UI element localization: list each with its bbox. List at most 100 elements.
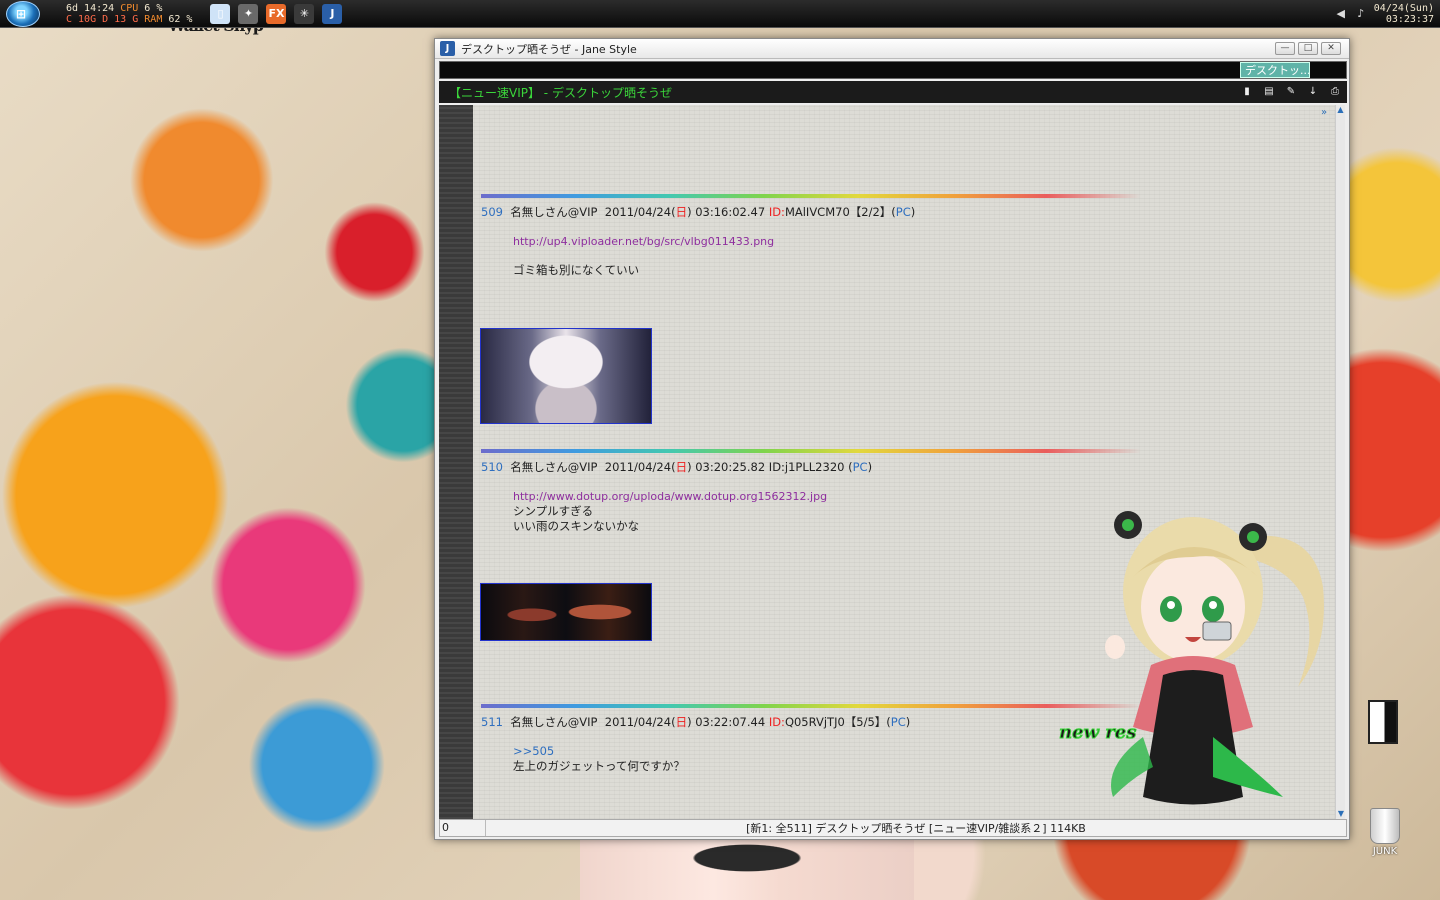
post-header: 511 名無しさん@VIP 2011/04/24(日) 03:22:07.44 … <box>481 714 1141 730</box>
post-body: >>505 左上のガジェットって何ですか？ <box>513 744 1141 774</box>
scroll-up-icon[interactable]: ▲ <box>1336 105 1345 115</box>
post-header: 509 名無しさん@VIP 2011/04/24(日) 03:16:02.47 … <box>481 204 1141 220</box>
maximize-button[interactable]: □ <box>1298 42 1318 55</box>
tab-area[interactable] <box>440 62 1240 78</box>
id-label: ID: <box>768 205 785 219</box>
thread-view[interactable]: 509 名無しさん@VIP 2011/04/24(日) 03:16:02.47 … <box>439 105 1335 819</box>
poster-id[interactable]: MAlIVCM70【2/2】( <box>785 205 896 219</box>
id-label: ID: <box>768 715 785 729</box>
pc-label: PC <box>890 715 906 729</box>
sparkle-icon[interactable]: ✳ <box>294 3 315 24</box>
jane-icon[interactable]: J <box>322 3 343 24</box>
window-title: デスクトップ晒そうぜ - Jane Style <box>461 42 637 56</box>
clock-date: 04/24(Sun) <box>1373 2 1434 14</box>
poster-name: 名無しさん@VIP <box>510 205 598 219</box>
system-monitor-gadget: 6d 14:24 CPU 6 % C 10G D 13 G RAM 62 % <box>66 3 192 25</box>
ram-label: RAM <box>144 13 163 25</box>
jane-app-icon: J <box>440 41 455 56</box>
post-body: http://www.dotup.org/uploda/www.dotup.or… <box>513 489 1141 534</box>
status-info: [新1: 全511] デスクトップ晒そうぜ [ニュー速VIP/雑談系２] 114… <box>746 822 1086 835</box>
pencil-icon[interactable]: ✎ <box>1285 86 1297 98</box>
status-count: 0 <box>440 820 486 836</box>
arrow-icon[interactable]: ◀ <box>1334 7 1348 21</box>
clock[interactable]: 04/24(Sun) 03:23:37 <box>1374 3 1434 25</box>
recycle-bin-label: JUNK <box>1372 846 1398 857</box>
cpu-value: 6 % <box>144 2 163 14</box>
minimize-button[interactable]: — <box>1275 42 1295 55</box>
pc-label: PC <box>852 460 868 474</box>
ram-value: 62 % <box>168 13 193 25</box>
post-time: ) 03:16:02.47 <box>687 205 769 219</box>
thread-title: 【ニュー速VIP】 - デスクトップ晒そうぜ <box>449 85 672 100</box>
tab-desktop-thread[interactable]: デスクトッ... <box>1240 62 1310 78</box>
thread-toolbar: 【ニュー速VIP】 - デスクトップ晒そうぜ ▮ ▤ ✎ ↓ ⎙ <box>439 81 1347 103</box>
post-body: http://up4.viploader.net/bg/src/vlbg0114… <box>513 234 1141 278</box>
post-time: ) 03:22:07.44 <box>687 715 769 729</box>
jump-to-new-icon[interactable]: » <box>1321 107 1327 118</box>
post-number[interactable]: 509 <box>481 205 503 219</box>
title-bar[interactable]: J デスクトップ晒そうぜ - Jane Style — □ ✕ <box>435 39 1349 59</box>
disk-free: C 10G D 13 G <box>66 13 139 25</box>
windows-logo-icon: ⊞ <box>16 6 27 21</box>
poster-name: 名無しさん@VIP <box>510 460 598 474</box>
paren: ) <box>910 205 916 219</box>
post-date: 2011/04/24( <box>604 460 676 474</box>
print-icon[interactable]: ⎙ <box>1329 86 1341 98</box>
scroll-down-icon[interactable]: ▼ <box>1336 809 1346 819</box>
paren: ) <box>867 460 873 474</box>
post-divider <box>481 704 1141 708</box>
anime-girl-skin-image <box>1105 511 1324 805</box>
post-header: 510 名無しさん@VIP 2011/04/24(日) 03:20:25.82 … <box>481 459 1141 475</box>
post-line: 左上のガジェットって何ですか？ <box>513 759 685 773</box>
post-number[interactable]: 511 <box>481 715 503 729</box>
clock-time: 03:23:37 <box>1385 13 1434 25</box>
paren: ) <box>905 715 911 729</box>
thread-tabstrip: デスクトッ... <box>439 61 1347 79</box>
post-divider <box>481 449 1141 453</box>
cpu-label: CPU <box>120 2 139 14</box>
down-arrow-icon[interactable]: ↓ <box>1307 86 1319 98</box>
tools-icon[interactable]: ✦ <box>238 3 259 24</box>
firefox-icon[interactable]: FX <box>266 3 287 24</box>
wallpaper-figure <box>580 840 914 900</box>
notebook-spine <box>439 105 473 819</box>
close-button[interactable]: ✕ <box>1321 42 1341 55</box>
system-tray: ◀ ♪ 04/24(Sun) 03:23:37 <box>1334 3 1434 25</box>
quick-launch: ▯ ✦ FX ✳ J <box>210 3 343 24</box>
post-line: いい雨のスキンないかな <box>513 519 640 533</box>
post-509: 509 名無しさん@VIP 2011/04/24(日) 03:16:02.47 … <box>481 194 1141 278</box>
post-date: 2011/04/24( <box>604 715 676 729</box>
post-divider <box>481 194 1141 198</box>
post-510: 510 名無しさん@VIP 2011/04/24(日) 03:20:25.82 … <box>481 449 1141 534</box>
status-bar: 0 [新1: 全511] デスクトップ晒そうぜ [ニュー速VIP/雑談系２] 1… <box>439 819 1347 837</box>
bookmark-icon[interactable]: ▮ <box>1241 86 1253 98</box>
trash-can-icon <box>1370 808 1400 844</box>
post-date: 2011/04/24( <box>604 205 676 219</box>
start-button[interactable]: ⊞ <box>6 0 40 27</box>
post-dow: 日 <box>675 460 688 474</box>
taskbar: ⊞ 6d 14:24 CPU 6 % C 10G D 13 G RAM 62 %… <box>0 0 1440 28</box>
post-number[interactable]: 510 <box>481 460 503 474</box>
poster-name: 名無しさん@VIP <box>510 715 598 729</box>
post-dow: 日 <box>675 205 688 219</box>
vertical-scrollbar[interactable]: ▲ ▼ <box>1335 105 1345 819</box>
recycle-bin[interactable]: JUNK <box>1368 808 1402 857</box>
post-time-id: ) 03:20:25.82 ID:j1PLL2320 ( <box>687 460 853 474</box>
image-link[interactable]: http://www.dotup.org/uploda/www.dotup.or… <box>513 489 1141 504</box>
notepad-icon[interactable]: ▯ <box>210 3 231 24</box>
post-511: 511 名無しさん@VIP 2011/04/24(日) 03:22:07.44 … <box>481 704 1141 774</box>
speaker-icon[interactable]: ♪ <box>1354 7 1368 21</box>
jane-style-window: J デスクトップ晒そうぜ - Jane Style — □ ✕ デスクトッ...… <box>434 38 1350 840</box>
poster-id[interactable]: Q05RVjTJ0【5/5】( <box>785 715 891 729</box>
pc-label: PC <box>895 205 911 219</box>
image-thumbnail[interactable] <box>480 583 652 641</box>
post-line: シンプルすぎる <box>513 504 594 518</box>
post-dow: 日 <box>675 715 688 729</box>
image-thumbnail[interactable] <box>480 328 652 424</box>
uptime: 6d 14:24 <box>66 2 115 14</box>
reply-anchor[interactable]: >>505 <box>513 744 1141 759</box>
dock-widget-icon[interactable] <box>1368 700 1398 744</box>
save-icon[interactable]: ▤ <box>1263 86 1275 98</box>
image-link[interactable]: http://up4.viploader.net/bg/src/vlbg0114… <box>513 234 1141 249</box>
post-line: ゴミ箱も別になくていい <box>513 263 640 277</box>
